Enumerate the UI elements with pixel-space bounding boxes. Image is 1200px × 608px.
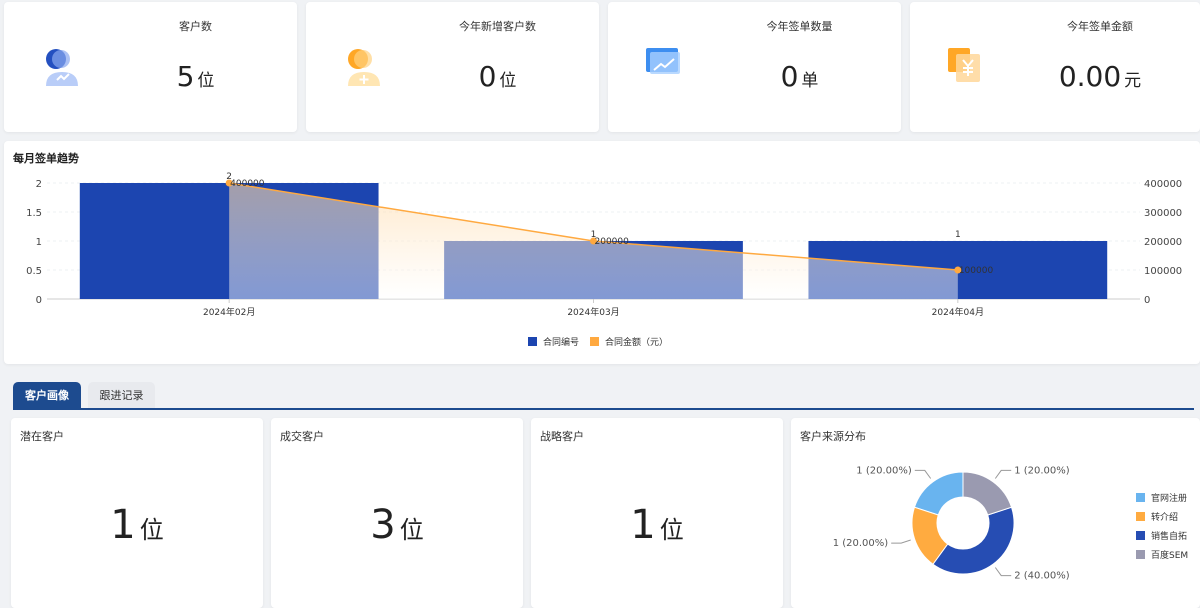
stat-label: 客户数: [179, 20, 212, 33]
line-data-label: 200000: [595, 237, 630, 247]
stat-card-deal-amount: 今年签单金额 0.00 元: [910, 2, 1200, 132]
legend-label: 转介绍: [1151, 513, 1179, 523]
slice-label: 1 (20.00%): [833, 538, 889, 549]
donut-slice: [913, 471, 964, 516]
stat-label: 今年签单金额: [1067, 20, 1133, 33]
stat-value: 5: [176, 60, 195, 93]
x-tick-label: 2024年03月: [567, 306, 619, 318]
card-label: 战略客户: [540, 430, 584, 443]
deal-customers-card: 成交客户 3位: [271, 418, 523, 608]
strategic-customers-card: 战略客户 1位: [531, 418, 783, 608]
legend-label: 合同金额（元）: [605, 338, 669, 348]
label-line: [994, 469, 1012, 479]
slice-label: 2 (40.00%): [1014, 571, 1070, 582]
stat-label: 今年新增客户数: [459, 20, 536, 33]
stat-card-customers: 客户数 5位: [4, 2, 297, 132]
tab-customer-profile[interactable]: 客户画像: [13, 382, 81, 409]
legend-label: 销售自拓: [1151, 532, 1188, 542]
y-tick-right: 0: [1144, 295, 1150, 306]
y-tick-left: 2: [36, 179, 42, 190]
card-unit: 位: [139, 516, 164, 544]
legend-item-contract-count[interactable]: 合同编号: [528, 335, 579, 348]
stat-card-deal-count: 今年签单数量 0单: [608, 2, 901, 132]
label-line: [994, 567, 1012, 577]
y-tick-right: 400000: [1144, 179, 1182, 190]
legend-item[interactable]: 百度SEM: [1136, 548, 1188, 561]
legend-item-contract-amount[interactable]: 合同金额（元）: [590, 335, 668, 348]
donut-slice: [932, 506, 1015, 575]
label-line: [891, 539, 911, 544]
stat-unit: 位: [197, 71, 215, 91]
y-tick-right: 200000: [1144, 237, 1182, 248]
y-tick-left: 0.5: [26, 266, 42, 277]
card-unit: 位: [399, 516, 424, 544]
slice-label: 1 (20.00%): [856, 465, 912, 476]
card-value: 1: [630, 502, 656, 548]
x-tick-label: 2024年04月: [932, 306, 984, 318]
legend-label: 百度SEM: [1151, 551, 1189, 561]
stat-label: 今年签单数量: [766, 20, 833, 33]
card-unit: 位: [659, 516, 684, 544]
stat-unit: 单: [801, 71, 819, 91]
y-tick-left: 1: [36, 237, 42, 248]
donut-slice: [962, 471, 1013, 516]
legend-item[interactable]: 转介绍: [1136, 510, 1178, 523]
card-value: 3: [370, 502, 396, 548]
y-tick-left: 1.5: [26, 208, 42, 219]
card-label: 成交客户: [280, 430, 324, 443]
card-label: 潜在客户: [20, 430, 64, 443]
stat-card-new-customers: 今年新增客户数 0位: [306, 2, 599, 132]
bar-data-label: 1: [955, 230, 961, 240]
legend-label: 合同编号: [543, 338, 580, 348]
legend-label: 官网注册: [1151, 494, 1188, 504]
stat-unit: 元: [1124, 71, 1142, 91]
y-tick-right: 100000: [1144, 266, 1182, 277]
customer-source-card: 客户来源分布 1 (20.00%) 1 (20.00%) 2 (40.00%) 1 (…: [791, 418, 1200, 608]
line-data-label: 400000: [230, 179, 265, 189]
tab-follow-up-records[interactable]: 跟进记录: [88, 382, 155, 409]
potential-customers-card: 潜在客户 1位: [11, 418, 263, 608]
legend-item[interactable]: 销售自拓: [1136, 529, 1187, 542]
stat-value: 0.00: [1058, 60, 1122, 93]
monthly-trend-chart: 0 00.5 1000001 2000001.5 3000002 40000021 1400…: [26, 172, 1182, 318]
tab-underline: [13, 408, 1194, 410]
label-line: [914, 469, 932, 479]
y-tick-left: 0: [36, 295, 42, 306]
slice-label: 1 (20.00%): [1014, 465, 1070, 476]
y-tick-right: 300000: [1144, 208, 1182, 219]
stat-value: 0: [780, 60, 799, 93]
line-data-label: 100000: [959, 266, 994, 276]
stat-value: 0: [478, 60, 497, 93]
legend-item[interactable]: 官网注册: [1136, 491, 1187, 504]
stat-unit: 位: [499, 71, 517, 91]
x-tick-label: 2024年02月: [203, 306, 255, 318]
card-value: 1: [110, 502, 136, 548]
